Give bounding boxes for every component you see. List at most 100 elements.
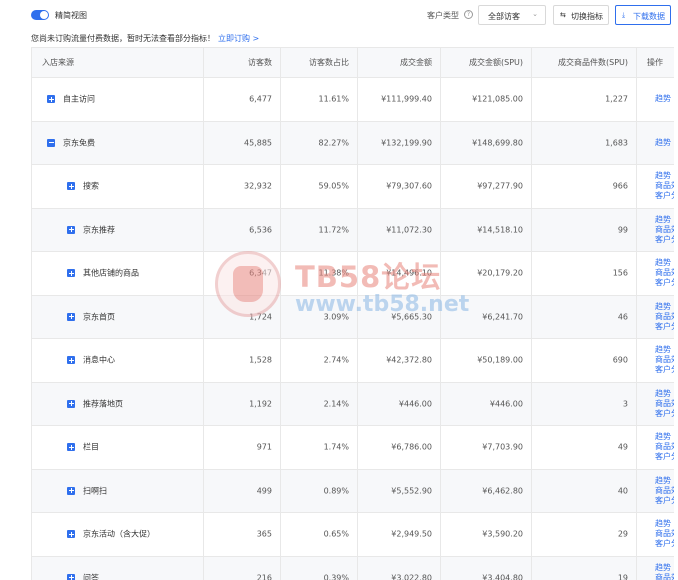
switch-metrics-button[interactable]: ⇆ 切换指标: [553, 5, 609, 25]
expand-icon[interactable]: [67, 530, 75, 539]
expand-icon[interactable]: [67, 182, 75, 191]
subscribe-link[interactable]: 立即订购 >: [218, 34, 259, 43]
download-icon: ⤓: [622, 11, 626, 19]
product-effect-link[interactable]: 商品效果: [655, 573, 674, 580]
row-actions: 趋势: [655, 94, 671, 104]
customer-analysis-link[interactable]: 客户分析: [655, 496, 674, 506]
table-cell: 消息中心: [32, 339, 204, 382]
amount-spu-value: ¥14,518.10: [477, 225, 523, 235]
row-actions: 趋势商品效果客户分析: [655, 563, 674, 580]
customer-analysis-link[interactable]: 客户分析: [655, 322, 674, 332]
customer-analysis-link[interactable]: 客户分析: [655, 409, 674, 419]
trend-link[interactable]: 趋势: [655, 215, 674, 225]
amount-value: ¥111,999.40: [381, 94, 432, 104]
expand-icon[interactable]: [67, 399, 75, 408]
expand-icon[interactable]: [67, 486, 75, 495]
product-effect-link[interactable]: 商品效果: [655, 312, 674, 322]
customer-analysis-link[interactable]: 客户分析: [655, 365, 674, 375]
table-cell: 趋势商品效果客户分析: [637, 339, 674, 382]
trend-link[interactable]: 趋势: [655, 258, 674, 268]
amount-spu-value: ¥50,189.00: [477, 355, 523, 365]
switch-icon: ⇆: [560, 11, 566, 19]
table-cell: ¥446.00: [441, 382, 532, 425]
table-cell: ¥148,699.80: [441, 121, 532, 164]
visitors-value: 216: [256, 573, 272, 580]
table-cell: 京东活动（含大促）: [32, 513, 204, 556]
ratio-value: 82.27%: [318, 138, 349, 148]
trend-link[interactable]: 趋势: [655, 563, 674, 573]
trend-link[interactable]: 趋势: [655, 476, 674, 486]
trend-link[interactable]: 趋势: [655, 302, 674, 312]
table-cell: 156: [532, 252, 637, 295]
table-cell: 3.09%: [281, 295, 358, 338]
row-actions: 趋势商品效果客户分析: [655, 476, 674, 506]
trend-link[interactable]: 趋势: [655, 138, 671, 148]
expand-icon[interactable]: [67, 573, 75, 580]
table-cell: 46: [532, 295, 637, 338]
download-button[interactable]: ⤓ 下载数据: [615, 5, 671, 25]
table-cell: 趋势商品效果客户分析: [637, 252, 674, 295]
table-cell: 1,192: [204, 382, 281, 425]
trend-link[interactable]: 趋势: [655, 171, 674, 181]
trend-link[interactable]: 趋势: [655, 389, 674, 399]
trend-link[interactable]: 趋势: [655, 432, 674, 442]
visitors-value: 1,192: [249, 399, 272, 409]
source-name: 搜索: [83, 181, 99, 191]
trend-link[interactable]: 趋势: [655, 519, 674, 529]
table-cell: 59.05%: [281, 165, 358, 208]
trend-link[interactable]: 趋势: [655, 94, 671, 104]
table-row: 京东免费 45,885 82.27% ¥132,199.90 ¥148,699.80 1,…: [32, 121, 674, 165]
customer-analysis-link[interactable]: 客户分析: [655, 235, 674, 245]
product-effect-link[interactable]: 商品效果: [655, 225, 674, 235]
table-cell: ¥3,404.80: [441, 556, 532, 580]
product-effect-link[interactable]: 商品效果: [655, 355, 674, 365]
table-row: 其他店铺的商品 6,347 11.38% ¥14,496.10 ¥20,179.20 15…: [32, 252, 674, 296]
table-cell: ¥5,665.30: [358, 295, 441, 338]
column-header: 访客数占比: [281, 48, 358, 78]
table-cell: 京东推荐: [32, 208, 204, 251]
table-cell: ¥132,199.90: [358, 121, 441, 164]
product-effect-link[interactable]: 商品效果: [655, 486, 674, 496]
customer-analysis-link[interactable]: 客户分析: [655, 278, 674, 288]
expand-icon[interactable]: [47, 95, 55, 104]
customer-type-select[interactable]: 全部访客 ⌄: [478, 5, 546, 25]
table-header: 入店来源 访客数 访客数占比 成交金额 成交金额(SPU) 成交商品件数(SPU) 操作: [32, 47, 674, 78]
collapse-icon[interactable]: [47, 138, 55, 147]
product-effect-link[interactable]: 商品效果: [655, 529, 674, 539]
trend-link[interactable]: 趋势: [655, 345, 674, 355]
amount-spu-value: ¥6,462.80: [482, 486, 523, 496]
amount-value: ¥6,786.00: [391, 442, 432, 452]
items-spu-value: 99: [617, 225, 628, 235]
amount-value: ¥42,372.80: [386, 355, 432, 365]
visitors-value: 1,528: [249, 355, 272, 365]
expand-icon[interactable]: [67, 356, 75, 365]
table-cell: ¥20,179.20: [441, 252, 532, 295]
product-effect-link[interactable]: 商品效果: [655, 442, 674, 452]
table-cell: 栏目: [32, 426, 204, 469]
table-cell: ¥14,496.10: [358, 252, 441, 295]
product-effect-link[interactable]: 商品效果: [655, 268, 674, 278]
expand-icon[interactable]: [67, 269, 75, 278]
source-name: 京东活动（含大促）: [83, 529, 155, 539]
expand-icon[interactable]: [67, 225, 75, 234]
amount-value: ¥446.00: [398, 399, 432, 409]
ratio-value: 11.61%: [318, 94, 349, 104]
switch-metrics-label: 切换指标: [571, 12, 603, 21]
amount-spu-value: ¥446.00: [489, 399, 523, 409]
table-cell: 趋势商品效果客户分析: [637, 165, 674, 208]
source-name: 问答: [83, 573, 99, 580]
expand-icon[interactable]: [67, 443, 75, 452]
expand-icon[interactable]: [67, 312, 75, 321]
table-cell: 趋势商品效果客户分析: [637, 426, 674, 469]
table-row: 问答 216 0.39% ¥3,022.80 ¥3,404.80 19 趋势商品效果客户分析: [32, 556, 674, 580]
ratio-value: 59.05%: [318, 181, 349, 191]
table-cell: 49: [532, 426, 637, 469]
help-icon[interactable]: ?: [464, 10, 473, 19]
customer-analysis-link[interactable]: 客户分析: [655, 191, 674, 201]
customer-analysis-link[interactable]: 客户分析: [655, 452, 674, 462]
simple-view-toggle[interactable]: [31, 10, 49, 20]
product-effect-link[interactable]: 商品效果: [655, 181, 674, 191]
product-effect-link[interactable]: 商品效果: [655, 399, 674, 409]
table-cell: ¥121,085.00: [441, 78, 532, 121]
customer-analysis-link[interactable]: 客户分析: [655, 539, 674, 549]
